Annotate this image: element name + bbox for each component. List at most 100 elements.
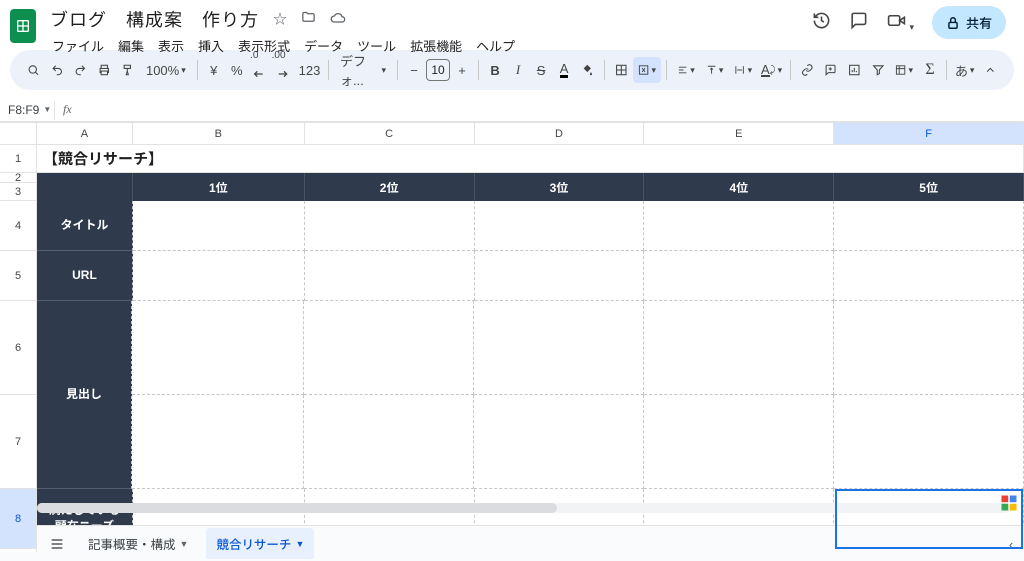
sheet-tab-active[interactable]: 競合リサーチ▼ (206, 528, 314, 559)
wrap-button[interactable]: ▾ (729, 57, 757, 83)
insert-comment-button[interactable] (819, 57, 842, 83)
font-family-select[interactable]: デフォ...▾ (334, 57, 392, 83)
rank-header[interactable]: 4位 (644, 173, 834, 201)
row-header[interactable]: 1 (0, 145, 36, 173)
filter-button[interactable] (867, 57, 890, 83)
horizontal-scrollbar[interactable] (37, 503, 1010, 515)
sheets-app-icon[interactable] (10, 9, 36, 43)
italic-button[interactable]: I (507, 57, 529, 83)
menu-help[interactable]: ヘルプ (470, 34, 521, 57)
cell[interactable] (644, 201, 834, 251)
section-title-cell[interactable]: 【競合リサーチ】 (37, 145, 1024, 173)
rank-header[interactable]: 1位 (133, 173, 305, 201)
row-header[interactable]: 2 (0, 173, 36, 183)
side-label[interactable]: 見出し (37, 301, 132, 489)
cell[interactable] (133, 201, 305, 251)
share-button[interactable]: 共有 (932, 6, 1006, 39)
search-menu-icon[interactable] (22, 57, 45, 83)
cell[interactable] (834, 301, 1024, 395)
sheet-tab[interactable]: 記事概要・構成▼ (78, 528, 198, 559)
link-button[interactable] (796, 57, 819, 83)
col-header-F[interactable]: F (834, 123, 1024, 144)
h-align-button[interactable]: ▾ (672, 57, 700, 83)
col-header-A[interactable]: A (37, 123, 133, 144)
cell[interactable] (834, 251, 1024, 301)
row-header[interactable]: 3 (0, 183, 36, 201)
comments-icon[interactable] (849, 11, 868, 35)
cell[interactable] (644, 395, 834, 489)
bold-button[interactable]: B (484, 57, 506, 83)
select-all-corner[interactable] (0, 123, 37, 144)
paint-format-icon[interactable] (116, 57, 139, 83)
menu-view[interactable]: 表示 (152, 34, 190, 57)
strikethrough-button[interactable]: S (530, 57, 552, 83)
menu-file[interactable]: ファイル (46, 34, 110, 57)
undo-icon[interactable] (46, 57, 69, 83)
cell[interactable] (304, 395, 474, 489)
history-icon[interactable] (812, 11, 831, 35)
star-icon[interactable]: ☆ (269, 7, 291, 31)
v-align-button[interactable]: ▾ (701, 57, 729, 83)
tab-scroll-left-icon[interactable]: ‹ (1002, 535, 1020, 553)
row-header[interactable]: 7 (0, 395, 36, 489)
decrease-decimal-button[interactable]: .0 (249, 57, 272, 83)
cell[interactable] (304, 301, 474, 395)
fill-color-button[interactable] (576, 57, 599, 83)
font-size-increase[interactable]: + (451, 57, 473, 83)
row-header[interactable]: 5 (0, 251, 36, 301)
meet-icon[interactable]: ▾ (886, 11, 914, 35)
menu-extensions[interactable]: 拡張機能 (404, 34, 468, 57)
row-header[interactable]: 8 (0, 489, 36, 549)
side-label[interactable]: タイトル (37, 201, 133, 251)
borders-button[interactable] (610, 57, 633, 83)
formula-bar[interactable] (80, 98, 1024, 121)
text-color-button[interactable]: A (553, 57, 575, 83)
functions-button[interactable]: Σ (919, 57, 941, 83)
number-format-button[interactable]: 123 (296, 57, 323, 83)
rank-header[interactable]: 3位 (475, 173, 645, 201)
spreadsheet-grid[interactable]: A B C D E F 1 2 3 4 5 6 7 8 【競合リサーチ】 1位 … (0, 122, 1024, 552)
row-header[interactable]: 4 (0, 201, 36, 251)
name-box[interactable]: F8:F9▼ (0, 103, 54, 117)
redo-icon[interactable] (69, 57, 92, 83)
cell[interactable] (644, 251, 834, 301)
currency-button[interactable]: ¥ (203, 57, 225, 83)
cell[interactable] (132, 301, 304, 395)
rank-header[interactable]: 5位 (834, 173, 1024, 201)
cell[interactable] (132, 395, 304, 489)
cell[interactable] (305, 251, 475, 301)
percent-button[interactable]: % (226, 57, 248, 83)
font-size-input[interactable]: 10 (426, 59, 450, 81)
col-header-D[interactable]: D (475, 123, 645, 144)
increase-decimal-button[interactable]: .00 (272, 57, 295, 83)
menu-format[interactable]: 表示形式 (232, 34, 296, 57)
row-header[interactable]: 6 (0, 301, 36, 395)
cell[interactable] (37, 173, 133, 201)
cell[interactable] (475, 251, 645, 301)
collapse-toolbar-icon[interactable] (979, 57, 1002, 83)
menu-edit[interactable]: 編集 (112, 34, 150, 57)
cell[interactable] (133, 251, 305, 301)
insert-chart-button[interactable] (843, 57, 866, 83)
col-header-B[interactable]: B (133, 123, 305, 144)
document-title[interactable]: ブログ 構成案 作り方 (46, 6, 263, 32)
font-size-decrease[interactable]: − (403, 57, 425, 83)
col-header-C[interactable]: C (305, 123, 475, 144)
cell[interactable] (834, 201, 1024, 251)
cell[interactable] (474, 395, 644, 489)
explore-icon[interactable] (1000, 494, 1018, 512)
zoom-select[interactable]: 100%▾ (140, 57, 192, 83)
input-tools-button[interactable]: あ▾ (952, 57, 977, 83)
cell[interactable] (834, 395, 1024, 489)
side-label[interactable]: URL (37, 251, 133, 301)
rank-header[interactable]: 2位 (305, 173, 475, 201)
cell[interactable] (305, 201, 475, 251)
col-header-E[interactable]: E (644, 123, 834, 144)
move-icon[interactable] (297, 8, 320, 30)
cell[interactable] (644, 301, 834, 395)
all-sheets-button[interactable] (44, 531, 70, 557)
cloud-status-icon[interactable] (326, 8, 350, 31)
print-icon[interactable] (93, 57, 116, 83)
rotate-button[interactable]: A⤸▾ (758, 57, 785, 83)
cell[interactable] (475, 201, 645, 251)
